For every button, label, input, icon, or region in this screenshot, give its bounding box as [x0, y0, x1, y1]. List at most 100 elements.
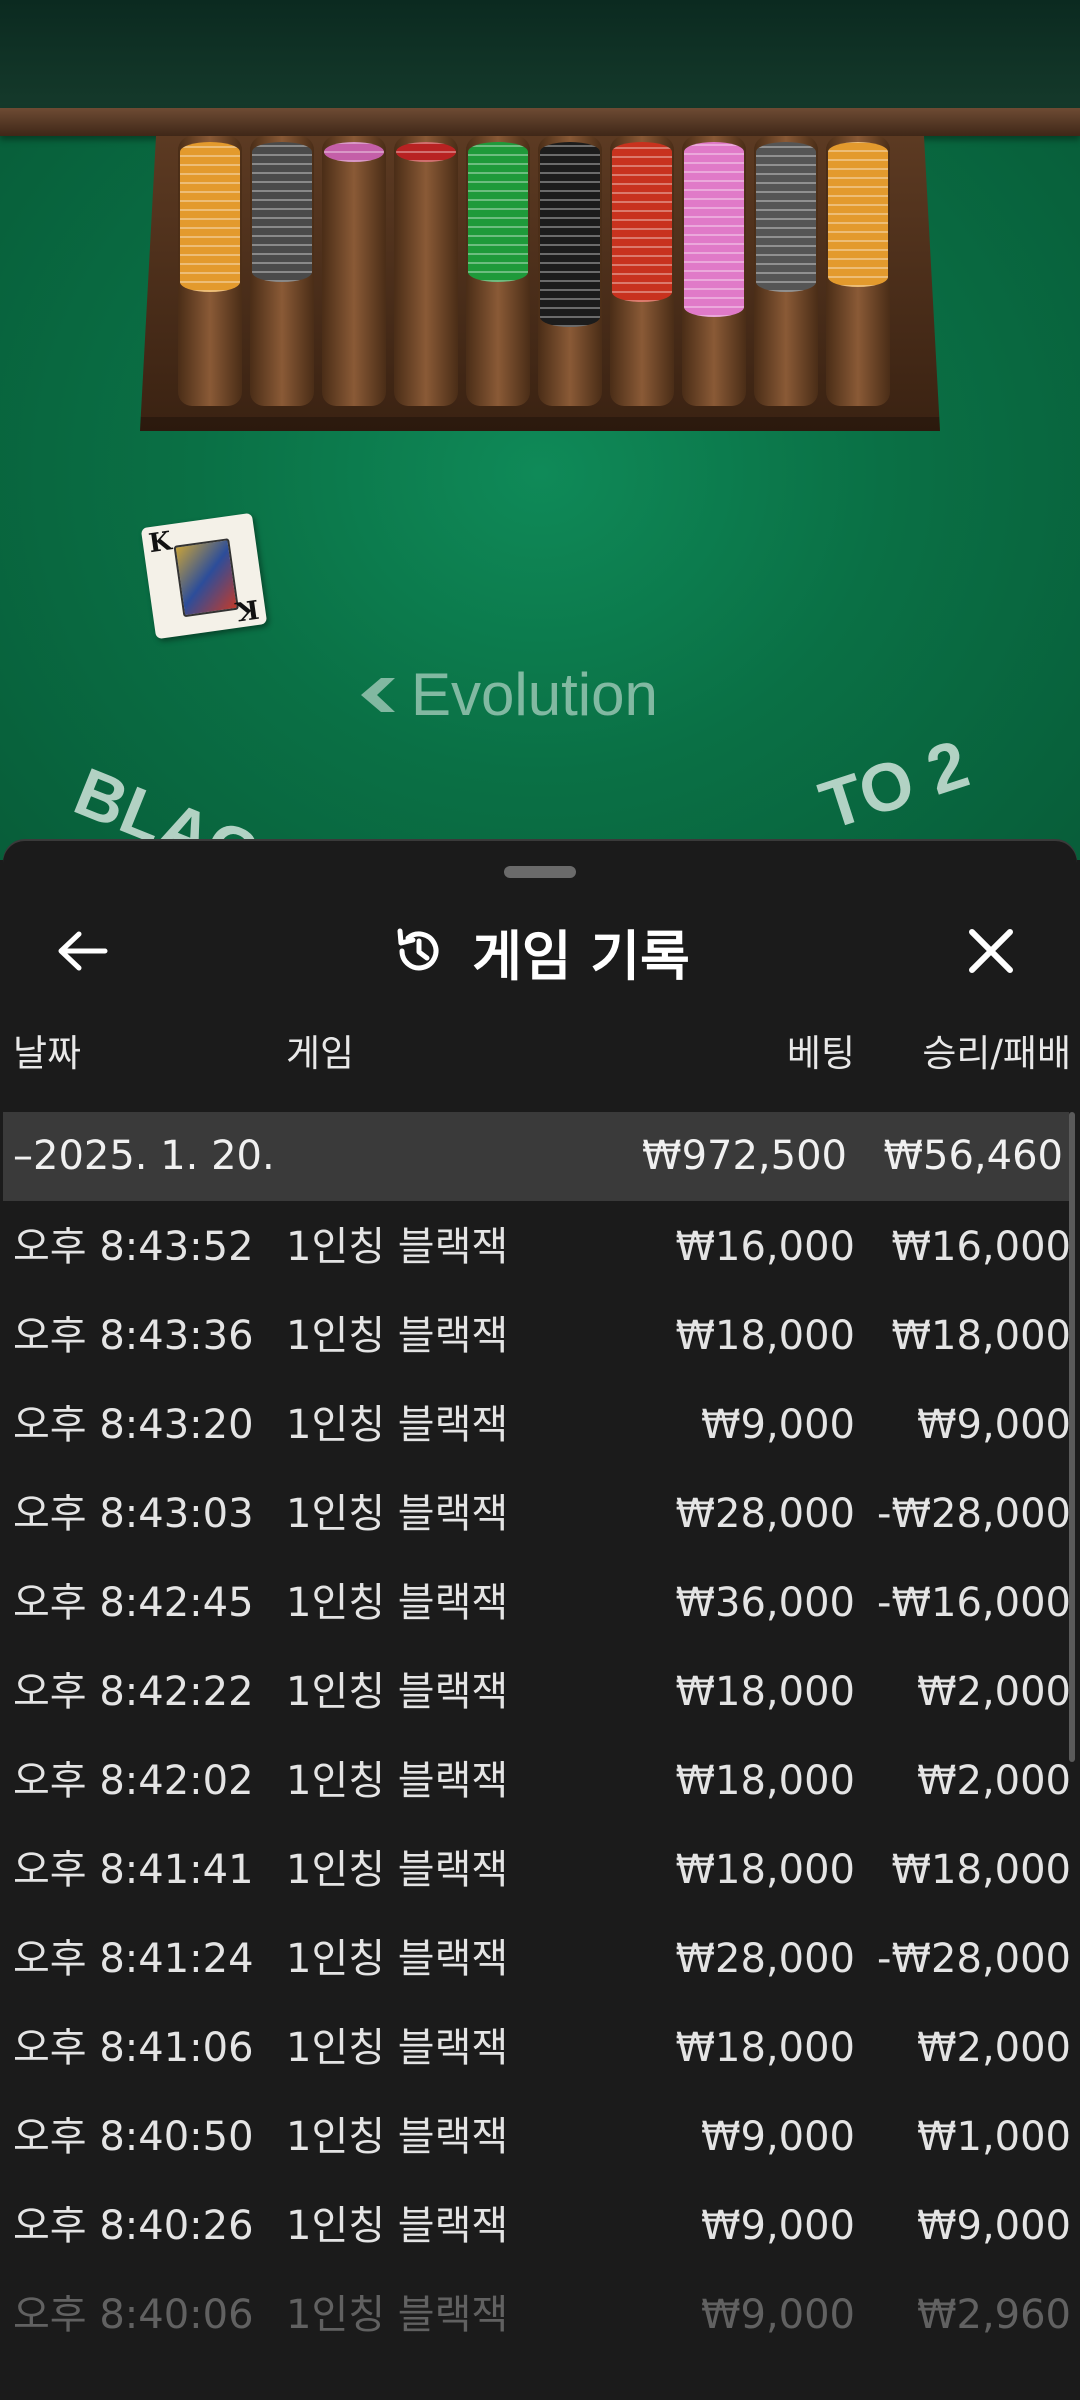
history-list: 오후 8:43:52 1인칭 블랙잭 ₩16,000 ₩16,000 오후 8:… — [3, 1203, 1077, 2360]
row-game: 1인칭 블랙잭 — [286, 1669, 509, 1715]
table-row[interactable]: 오후 8:42:22 1인칭 블랙잭 ₩18,000 ₩2,000 — [3, 1648, 1077, 1737]
chip-stack-orange — [828, 142, 888, 287]
game-table-background: K K Evolution BLAC TO 2 — [0, 0, 1080, 860]
row-game: 1인칭 블랙잭 — [286, 2114, 509, 2160]
row-win-loss: ₩2,000 — [916, 1758, 1071, 1804]
row-time: 오후 8:40:50 — [13, 2114, 254, 2160]
table-row[interactable]: 오후 8:40:26 1인칭 블랙잭 ₩9,000 ₩9,000 — [3, 2182, 1077, 2271]
table-text-right: TO 2 — [811, 726, 977, 845]
row-game: 1인칭 블랙잭 — [286, 1313, 509, 1359]
arrow-left-icon — [58, 931, 108, 971]
card-face-art — [173, 538, 239, 618]
card-rank: K — [234, 592, 262, 626]
row-bet: ₩28,000 — [675, 1936, 855, 1982]
row-time: 오후 8:42:22 — [13, 1669, 254, 1715]
chip-slot — [322, 136, 386, 406]
table-row[interactable]: 오후 8:41:41 1인칭 블랙잭 ₩18,000 ₩18,000 — [3, 1826, 1077, 1915]
row-win-loss: ₩9,000 — [916, 2203, 1071, 2249]
row-time: 오후 8:40:06 — [13, 2292, 254, 2338]
table-row[interactable]: 오후 8:41:24 1인칭 블랙잭 ₩28,000 -₩28,000 — [3, 1915, 1077, 2004]
summary-win-loss-total: ₩56,460 — [883, 1133, 1063, 1179]
close-icon — [969, 929, 1013, 973]
chip-stack-black — [540, 142, 600, 327]
summary-bet-total: ₩972,500 — [642, 1133, 847, 1179]
row-game: 1인칭 블랙잭 — [286, 1758, 509, 1804]
chip-stack-grey — [756, 142, 816, 292]
chip-slot — [754, 136, 818, 406]
chip-stack-green — [468, 142, 528, 282]
row-time: 오후 8:43:03 — [13, 1491, 254, 1537]
row-time: 오후 8:43:52 — [13, 1224, 254, 1270]
table-row[interactable]: 오후 8:42:02 1인칭 블랙잭 ₩18,000 ₩2,000 — [3, 1737, 1077, 1826]
row-bet: ₩18,000 — [675, 1313, 855, 1359]
column-header-game[interactable]: 게임 — [286, 1018, 354, 1090]
table-row[interactable]: 오후 8:43:20 1인칭 블랙잭 ₩9,000 ₩9,000 — [3, 1381, 1077, 1470]
row-win-loss: ₩18,000 — [891, 1847, 1071, 1893]
table-header: 날짜 게임 베팅 승리/패배 — [3, 1018, 1077, 1090]
chip-slot — [394, 136, 458, 406]
close-button[interactable] — [961, 921, 1021, 981]
row-win-loss: -₩28,000 — [877, 1936, 1071, 1982]
row-win-loss: -₩28,000 — [877, 1491, 1071, 1537]
back-button[interactable] — [53, 921, 113, 981]
title-wrap: 게임 기록 — [3, 891, 1077, 1011]
row-bet: ₩16,000 — [675, 1224, 855, 1270]
row-win-loss: ₩18,000 — [891, 1313, 1071, 1359]
table-row[interactable]: 오후 8:40:06 1인칭 블랙잭 ₩9,000 ₩2,960 — [3, 2271, 1077, 2360]
row-win-loss: ₩1,000 — [916, 2114, 1071, 2160]
row-game: 1인칭 블랙잭 — [286, 1936, 509, 1982]
row-bet: ₩9,000 — [700, 2292, 855, 2338]
row-win-loss: -₩16,000 — [877, 1580, 1071, 1626]
table-row[interactable]: 오후 8:43:36 1인칭 블랙잭 ₩18,000 ₩18,000 — [3, 1292, 1077, 1381]
chip-slot — [682, 136, 746, 406]
row-game: 1인칭 블랙잭 — [286, 1224, 509, 1270]
table-row[interactable]: 오후 8:43:03 1인칭 블랙잭 ₩28,000 -₩28,000 — [3, 1470, 1077, 1559]
chip-stack-red — [612, 142, 672, 302]
row-time: 오후 8:41:06 — [13, 2025, 254, 2071]
row-time: 오후 8:43:20 — [13, 1402, 254, 1448]
column-header-bet[interactable]: 베팅 — [787, 1018, 855, 1090]
row-bet: ₩18,000 — [675, 2025, 855, 2071]
dealer-area — [0, 0, 1080, 112]
row-win-loss: ₩2,000 — [916, 2025, 1071, 2071]
row-time: 오후 8:43:36 — [13, 1313, 254, 1359]
sheet-drag-handle[interactable] — [504, 866, 576, 878]
row-game: 1인칭 블랙잭 — [286, 1580, 509, 1626]
table-arc-text: BLAC TO 2 — [64, 726, 977, 860]
row-time: 오후 8:41:41 — [13, 1847, 254, 1893]
table-row[interactable]: 오후 8:40:50 1인칭 블랙잭 ₩9,000 ₩1,000 — [3, 2093, 1077, 2182]
chip-stack-pink — [324, 142, 384, 162]
row-time: 오후 8:41:24 — [13, 1936, 254, 1982]
chip-tray — [140, 136, 940, 431]
row-time: 오후 8:42:02 — [13, 1758, 254, 1804]
row-bet: ₩36,000 — [675, 1580, 855, 1626]
chip-stack-grey — [252, 142, 312, 282]
table-row[interactable]: 오후 8:41:06 1인칭 블랙잭 ₩18,000 ₩2,000 — [3, 2004, 1077, 2093]
scrollbar[interactable] — [1069, 1112, 1075, 1762]
card-rank: K — [146, 526, 174, 560]
row-game: 1인칭 블랙잭 — [286, 2203, 509, 2249]
table-row[interactable]: 오후 8:43:52 1인칭 블랙잭 ₩16,000 ₩16,000 — [3, 1203, 1077, 1292]
chip-slot — [610, 136, 674, 406]
row-game: 1인칭 블랙잭 — [286, 1847, 509, 1893]
chip-slot — [826, 136, 890, 406]
row-bet: ₩18,000 — [675, 1669, 855, 1715]
history-icon — [397, 928, 439, 971]
chip-slot — [538, 136, 602, 406]
chip-stack-red — [396, 142, 456, 162]
row-win-loss: ₩9,000 — [916, 1402, 1071, 1448]
table-row[interactable]: 오후 8:42:45 1인칭 블랙잭 ₩36,000 -₩16,000 — [3, 1559, 1077, 1648]
column-header-win-loss[interactable]: 승리/패배 — [922, 1018, 1071, 1090]
row-win-loss: ₩2,960 — [916, 2292, 1071, 2338]
date-summary-row[interactable]: –2025. 1. 20. ₩972,500 ₩56,460 — [3, 1112, 1069, 1201]
row-bet: ₩9,000 — [700, 2203, 855, 2249]
playing-card-king-spades: K K — [140, 512, 268, 640]
table-rail — [0, 108, 1080, 136]
row-game: 1인칭 블랙잭 — [286, 1491, 509, 1537]
summary-date: –2025. 1. 20. — [13, 1133, 275, 1179]
row-time: 오후 8:42:45 — [13, 1580, 254, 1626]
sheet-header: 게임 기록 — [3, 891, 1077, 1011]
chip-slot — [178, 136, 242, 406]
column-header-date[interactable]: 날짜 — [13, 1018, 81, 1090]
row-game: 1인칭 블랙잭 — [286, 1402, 509, 1448]
